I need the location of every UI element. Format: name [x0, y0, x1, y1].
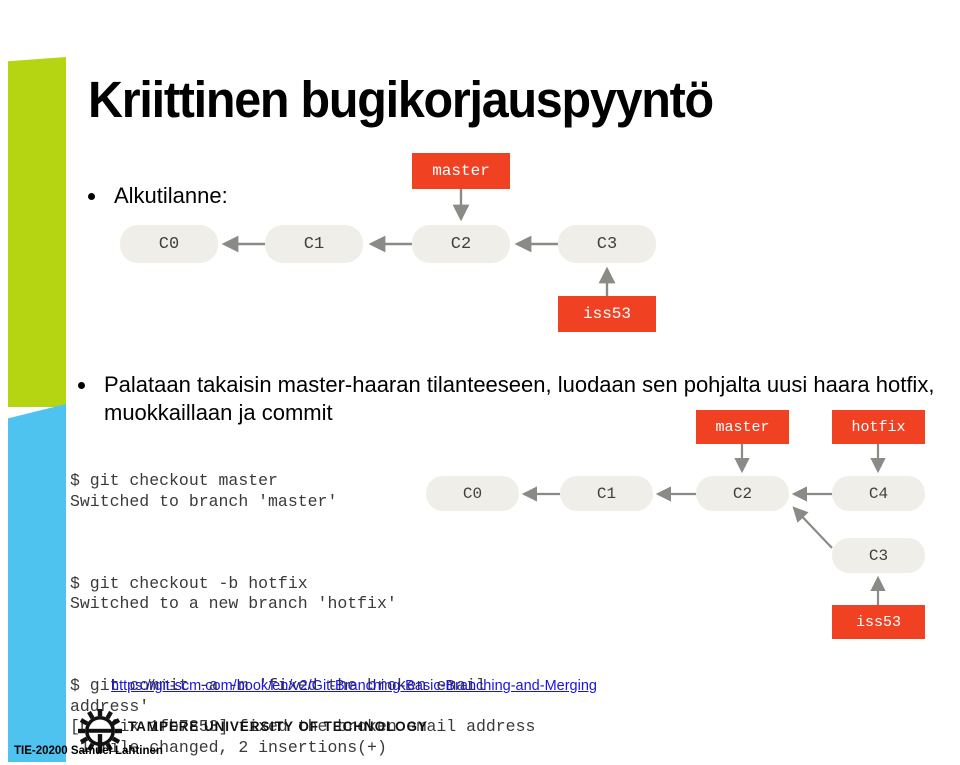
- slide-root: Kriittinen bugikorjauspyyntö Alkutilanne…: [0, 0, 960, 765]
- source-url-link[interactable]: https://git-scm.com/book/en/v2/Git-Branc…: [111, 678, 597, 694]
- commit-node-c3: C3: [832, 538, 925, 573]
- commit-node-c1: C1: [560, 476, 653, 511]
- branch-label-iss53: iss53: [558, 296, 656, 332]
- commit-node-c0: C0: [120, 225, 218, 263]
- branch-label-hotfix: hotfix: [832, 410, 925, 444]
- commit-node-c1: C1: [265, 225, 363, 263]
- green-accent-bar: [8, 57, 66, 407]
- commit-node-c2: C2: [412, 225, 510, 263]
- commit-node-c4: C4: [832, 476, 925, 511]
- university-name: TAMPERE UNIVERSITY OF TECHNOLOGY: [128, 719, 428, 734]
- blue-accent-bar: [8, 404, 66, 762]
- branch-label-iss53: iss53: [832, 605, 925, 639]
- commit-node-c2: C2: [696, 476, 789, 511]
- git-graph-hotfix-state: C0 C1 C2 C4 C3 master hotfix iss53: [424, 408, 960, 648]
- branch-label-master: master: [696, 410, 789, 444]
- bullet-dot-icon: [88, 193, 95, 200]
- page-title: Kriittinen bugikorjauspyyntö: [88, 71, 714, 128]
- bullet-dot-icon: [78, 382, 85, 389]
- commit-node-c0: C0: [426, 476, 519, 511]
- branch-label-master: master: [412, 153, 510, 189]
- git-graph-initial-state: C0 C1 C2 C3 master iss53: [120, 150, 665, 340]
- commit-node-c3: C3: [558, 225, 656, 263]
- course-footer-text: TIE-20200 Samuel Lahtinen: [14, 745, 163, 757]
